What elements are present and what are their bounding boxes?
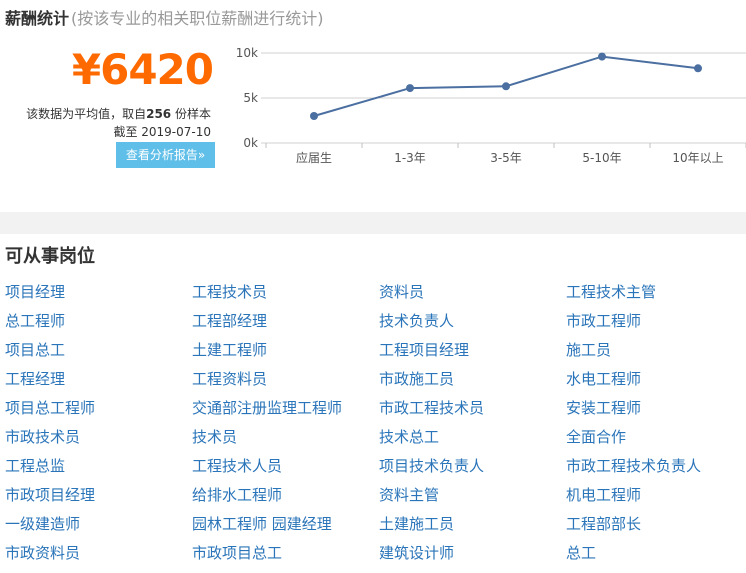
job-link[interactable]: 市政项目经理 (5, 481, 192, 510)
data-point (694, 64, 702, 73)
job-link[interactable]: 工程项目经理 (379, 336, 566, 365)
job-link[interactable]: 项目经理 (5, 278, 192, 307)
view-report-button[interactable]: 查看分析报告» (116, 142, 215, 168)
job-link[interactable]: 一级建造师 (5, 510, 192, 539)
job-link[interactable]: 给排水工程师 (192, 481, 379, 510)
job-link[interactable]: 交通部注册监理工程师 (192, 394, 379, 423)
job-link[interactable]: 水电工程师 (566, 365, 746, 394)
salary-line-chart: 10k 5k 0k 应届生 1-3年 3-5年 5-10年 10年以上 (236, 46, 746, 165)
sample-count: 256 (146, 107, 172, 121)
job-link[interactable]: 工程经理 (5, 365, 192, 394)
data-point (406, 84, 414, 93)
x-tick-label: 应届生 (296, 150, 332, 165)
salary-date: 截至 2019-07-10 (113, 125, 211, 139)
job-link[interactable]: 工程技术主管 (566, 278, 746, 307)
job-link[interactable]: 市政技术员 (5, 423, 192, 452)
salary-stats-header: 薪酬统计 (按该专业的相关职位薪酬进行统计) (5, 8, 324, 30)
section-divider (0, 212, 746, 234)
average-salary: ¥6420 (71, 45, 214, 94)
x-tick-label: 10年以上 (672, 151, 723, 165)
job-link[interactable]: 技术负责人 (379, 307, 566, 336)
salary-note-prefix: 该数据为平均值，取自 (26, 107, 147, 121)
job-link[interactable]: 总工 (566, 539, 746, 568)
job-link[interactable]: 技术员 (192, 423, 379, 452)
job-link[interactable]: 项目总工程师 (5, 394, 192, 423)
job-link[interactable]: 全面合作 (566, 423, 746, 452)
section-subtitle: (按该专业的相关职位薪酬进行统计) (71, 9, 324, 28)
job-link[interactable]: 市政施工员 (379, 365, 566, 394)
job-link[interactable]: 施工员 (566, 336, 746, 365)
job-link[interactable]: 安装工程师 (566, 394, 746, 423)
x-tick-label: 3-5年 (490, 151, 522, 165)
job-link[interactable]: 机电工程师 (566, 481, 746, 510)
job-link[interactable]: 土建施工员 (379, 510, 566, 539)
y-tick-label: 10k (236, 46, 258, 60)
salary-note-suffix: 份样本 (171, 107, 211, 121)
job-link[interactable]: 市政工程技术负责人 (566, 452, 746, 481)
job-link[interactable]: 总工程师 (5, 307, 192, 336)
data-point (310, 112, 318, 120)
y-tick-label: 0k (243, 136, 258, 150)
job-link[interactable]: 资料员 (379, 278, 566, 307)
job-link[interactable]: 园林工程师 园建经理 (192, 510, 379, 539)
job-link[interactable]: 资料主管 (379, 481, 566, 510)
job-link[interactable]: 工程总监 (5, 452, 192, 481)
job-link[interactable]: 工程技术人员 (192, 452, 379, 481)
data-point (598, 52, 606, 61)
job-link[interactable]: 市政项目总工 (192, 539, 379, 568)
data-point (502, 82, 510, 91)
x-tick-label: 1-3年 (394, 151, 426, 165)
jobs-section-title: 可从事岗位 (5, 246, 95, 267)
section-title: 薪酬统计 (5, 9, 70, 28)
job-link[interactable]: 项目总工 (5, 336, 192, 365)
job-link[interactable]: 市政工程师 (566, 307, 746, 336)
job-link[interactable]: 工程部部长 (566, 510, 746, 539)
job-link[interactable]: 工程资料员 (192, 365, 379, 394)
jobs-grid: 项目经理 工程技术员 资料员 工程技术主管总工程师 工程部经理 技术负责人 市政工程师项目总… (5, 278, 746, 568)
x-tick-label: 5-10年 (582, 151, 621, 165)
job-link[interactable]: 技术总工 (379, 423, 566, 452)
job-link[interactable]: 工程部经理 (192, 307, 379, 336)
job-link[interactable]: 市政资料员 (5, 539, 192, 568)
job-link[interactable]: 土建工程师 (192, 336, 379, 365)
job-link[interactable]: 项目技术负责人 (379, 452, 566, 481)
salary-note: 该数据为平均值，取自256 份样本 (26, 106, 211, 122)
job-link[interactable]: 市政工程技术员 (379, 394, 566, 423)
job-link[interactable]: 建筑设计师 (379, 539, 566, 568)
job-link[interactable]: 工程技术员 (192, 278, 379, 307)
y-tick-label: 5k (243, 91, 258, 105)
